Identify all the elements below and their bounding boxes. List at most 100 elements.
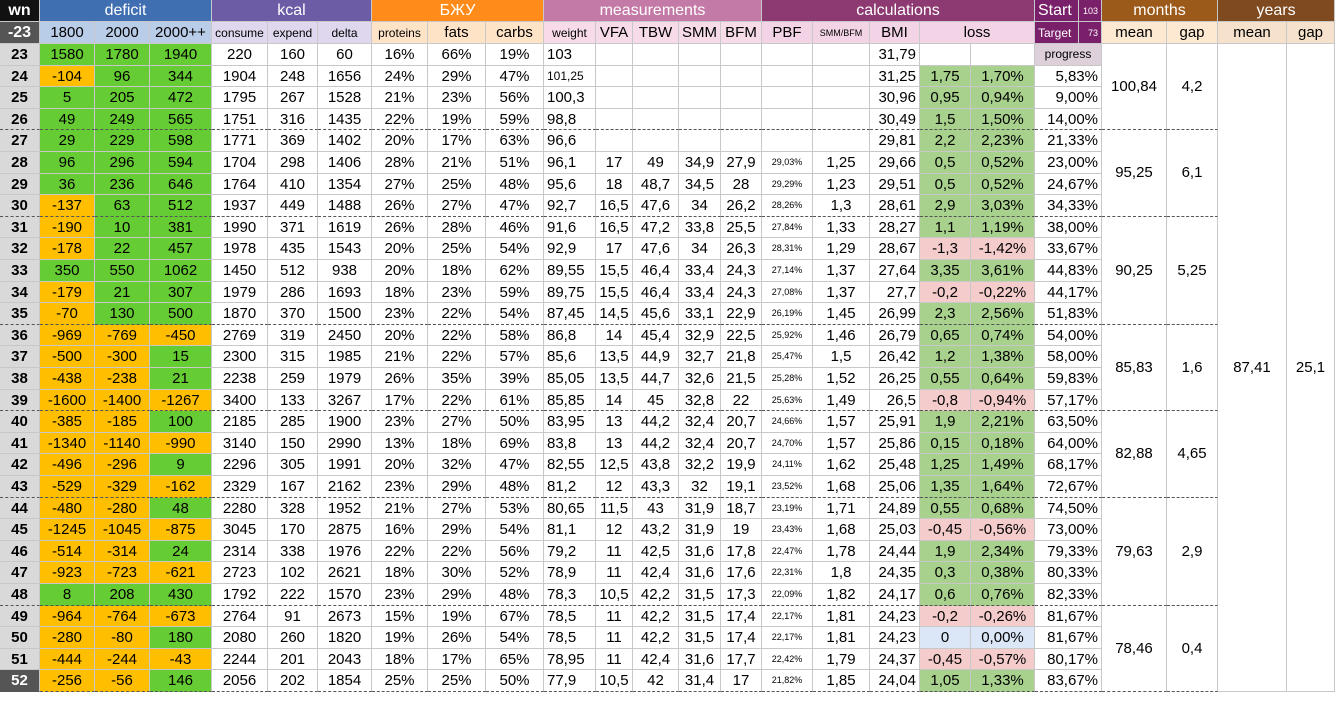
cell-d2000pp[interactable]: -162: [150, 476, 212, 498]
cell-proteins[interactable]: 21%: [372, 346, 428, 368]
cell-progress[interactable]: 83,67%: [1035, 670, 1102, 692]
column-header-consume[interactable]: consume: [212, 22, 268, 44]
cell-d1800[interactable]: -1600: [40, 389, 95, 412]
cell-carbs[interactable]: 58%: [486, 324, 544, 347]
cell-d1800[interactable]: -496: [40, 454, 95, 476]
cell-fats[interactable]: 22%: [428, 346, 486, 368]
cell-d2000[interactable]: -80: [95, 627, 150, 649]
cell-expend[interactable]: 328: [268, 497, 318, 520]
cell-bmi[interactable]: 28,27: [870, 216, 920, 239]
cell-delta[interactable]: 1500: [318, 303, 372, 325]
cell-d2000[interactable]: -1400: [95, 389, 150, 412]
cell-perc[interactable]: 1,19%: [971, 216, 1035, 239]
cell-d1800[interactable]: 49: [40, 108, 95, 131]
cell-consume[interactable]: 2244: [212, 648, 268, 671]
cell-d2000pp[interactable]: 100: [150, 411, 212, 433]
cell-smm[interactable]: 32,6: [679, 368, 721, 390]
cell-weight[interactable]: 83,95: [544, 411, 596, 433]
column-header-years-gap[interactable]: gap: [1287, 22, 1335, 44]
cell-expend[interactable]: 248: [268, 65, 318, 88]
cell-consume[interactable]: 2280: [212, 497, 268, 520]
cell-weight[interactable]: 78,5: [544, 627, 596, 649]
cell-wn[interactable]: 25: [0, 87, 40, 109]
cell-carbs[interactable]: 54%: [486, 303, 544, 325]
cell-smm[interactable]: 31,6: [679, 562, 721, 584]
cell-wn[interactable]: 37: [0, 346, 40, 368]
cell-progress[interactable]: 21,33%: [1035, 130, 1102, 152]
column-header-tbw[interactable]: TBW: [633, 22, 679, 44]
cell-wn[interactable]: 31: [0, 216, 40, 239]
cell-smmbfm[interactable]: 1,81: [813, 627, 870, 649]
cell-d2000pp[interactable]: -1267: [150, 389, 212, 412]
cell-fats[interactable]: 22%: [428, 389, 486, 412]
cell-tbw[interactable]: 42,5: [633, 540, 679, 563]
cell-bfm[interactable]: 22,5: [721, 324, 762, 347]
cell-progress[interactable]: 72,67%: [1035, 476, 1102, 498]
cell-bmi[interactable]: 24,44: [870, 540, 920, 563]
cell-d2000pp[interactable]: 146: [150, 670, 212, 692]
cell-d1800[interactable]: -256: [40, 670, 95, 692]
cell-pbf[interactable]: 23,43%: [762, 519, 813, 541]
cell-weight[interactable]: 92,9: [544, 238, 596, 260]
cell-progress[interactable]: 68,17%: [1035, 454, 1102, 476]
cell-bmi[interactable]: 26,5: [870, 389, 920, 412]
cell-tbw[interactable]: 47,2: [633, 216, 679, 239]
cell-bmi[interactable]: 24,04: [870, 670, 920, 692]
cell-proteins[interactable]: 18%: [372, 648, 428, 671]
cell-consume[interactable]: 2764: [212, 605, 268, 628]
cell-smm[interactable]: 33,1: [679, 303, 721, 325]
cell-d1800[interactable]: -385: [40, 411, 95, 433]
cell-delta[interactable]: 2990: [318, 432, 372, 455]
cell-perc[interactable]: 0,38%: [971, 562, 1035, 584]
cell-d2000[interactable]: 550: [95, 260, 150, 282]
cell-bfm[interactable]: [721, 130, 762, 152]
cell-tbw[interactable]: 44,2: [633, 411, 679, 433]
cell-d2000pp[interactable]: 1062: [150, 260, 212, 282]
cell-progress[interactable]: 51,83%: [1035, 303, 1102, 325]
cell-consume[interactable]: 1764: [212, 173, 268, 196]
cell-bfm[interactable]: 27,9: [721, 152, 762, 174]
cell-bmi[interactable]: 24,37: [870, 648, 920, 671]
cell-progress[interactable]: 79,33%: [1035, 540, 1102, 563]
cell-vfa[interactable]: 13,5: [596, 368, 633, 390]
cell-bmi[interactable]: 30,96: [870, 87, 920, 109]
cell-bmi[interactable]: 29,66: [870, 152, 920, 174]
cell-d2000[interactable]: -314: [95, 540, 150, 563]
cell-progress[interactable]: 24,67%: [1035, 173, 1102, 196]
cell-bfm[interactable]: 17,8: [721, 540, 762, 563]
cell-bmi[interactable]: 26,25: [870, 368, 920, 390]
cell-weight[interactable]: 87,45: [544, 303, 596, 325]
target-label[interactable]: Target: [1035, 22, 1079, 44]
cell-expend[interactable]: 449: [268, 195, 318, 217]
cell-carbs[interactable]: 56%: [486, 87, 544, 109]
cell-d2000pp[interactable]: 180: [150, 627, 212, 649]
cell-vfa[interactable]: 17: [596, 238, 633, 260]
cell-bfm[interactable]: 17,4: [721, 627, 762, 649]
cell-expend[interactable]: 369: [268, 130, 318, 152]
cell-delta[interactable]: 1435: [318, 108, 372, 131]
cell-smmbfm[interactable]: [813, 130, 870, 152]
cell-wn[interactable]: 36: [0, 324, 40, 347]
cell-pbf[interactable]: 22,17%: [762, 627, 813, 649]
cell-bfm[interactable]: [721, 87, 762, 109]
cell-bfm[interactable]: 18,7: [721, 497, 762, 520]
cell-d1800[interactable]: -137: [40, 195, 95, 217]
cell-carbs[interactable]: 39%: [486, 368, 544, 390]
cell-kg[interactable]: 1,1: [920, 216, 971, 239]
cell-d2000[interactable]: -1140: [95, 432, 150, 455]
cell-d2000pp[interactable]: 512: [150, 195, 212, 217]
cell-d2000pp[interactable]: 500: [150, 303, 212, 325]
cell-pbf[interactable]: 21,82%: [762, 670, 813, 692]
cell-bfm[interactable]: 19: [721, 519, 762, 541]
cell-kg[interactable]: 2,3: [920, 303, 971, 325]
cell-consume[interactable]: 1771: [212, 130, 268, 152]
cell-delta[interactable]: 1656: [318, 65, 372, 88]
cell-fats[interactable]: 35%: [428, 368, 486, 390]
cell-vfa[interactable]: [596, 65, 633, 88]
cell-pbf[interactable]: 23,52%: [762, 476, 813, 498]
cell-perc[interactable]: 2,23%: [971, 130, 1035, 152]
cell-consume[interactable]: 2314: [212, 540, 268, 563]
cell-weight[interactable]: 91,6: [544, 216, 596, 239]
cell-d1800[interactable]: -969: [40, 324, 95, 347]
cell-carbs[interactable]: 61%: [486, 389, 544, 412]
